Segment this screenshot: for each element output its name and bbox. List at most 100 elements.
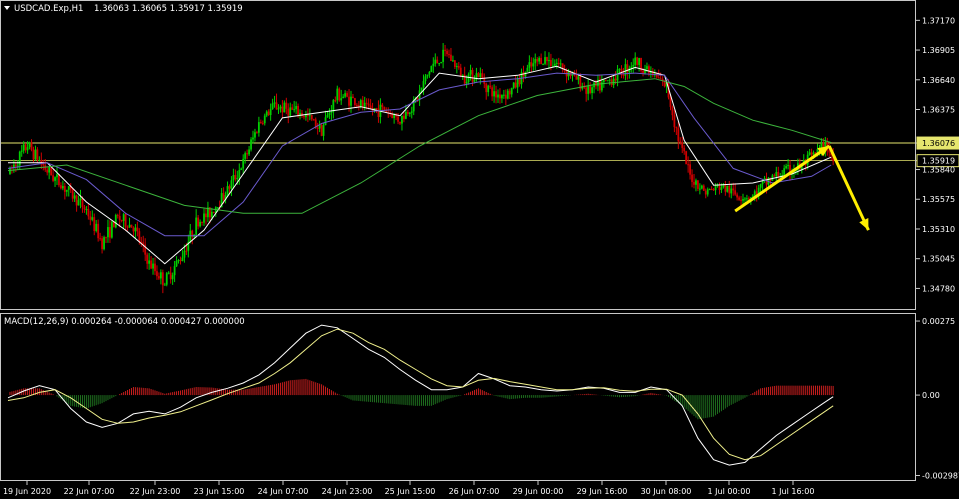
candle-bull [808,152,811,155]
candle-bull [195,217,198,235]
candle-bear [446,50,448,55]
price-tick-label: 1.35310 [922,225,955,234]
candle-bear [518,78,521,85]
trading-chart[interactable]: 1.37170 1.36905 1.36640 1.36375 1.36076 1.359… [0,0,959,499]
candle-bear [659,78,662,80]
candle-bull [34,149,37,160]
candle-bear [477,73,480,78]
candle-bull [544,57,546,64]
candle-bear [657,77,660,79]
candle-bull [26,147,29,151]
candle-bull [95,223,98,232]
price-tick-label: 1.36076 [922,139,955,148]
candle-bull [171,275,174,280]
candle-bear [514,82,517,88]
candle-bull [236,177,239,180]
candle-bear [626,64,629,73]
candle-bear [540,57,543,64]
candle-bear [550,60,552,66]
candle-bull [61,186,64,189]
candle-bull [497,94,499,98]
candle-bear [169,272,172,280]
candle-bear [459,67,462,77]
candle-bear [316,127,319,129]
candle-bull [359,100,362,107]
candle-bull [177,260,180,262]
macd-label: MACD(12,26,9) 0.000264 -0.000064 0.00042… [4,317,245,327]
time-tick-label: 22 Jun 07:00 [64,487,115,496]
candle-bear [60,185,62,189]
candle-bull [148,260,151,264]
candle-bull [524,71,527,77]
price-tick-label: 1.36905 [922,46,955,55]
candle-bull [726,185,729,192]
candle-bull [28,142,31,148]
candle-bear [683,147,686,152]
candle-bear [352,96,354,99]
candle-bear [481,73,484,79]
candle-bear [357,105,360,107]
candle-bear [718,184,721,190]
candle-bull [248,149,250,155]
candle-bear [589,85,592,93]
candle-bull [175,260,178,267]
macd-tick-label: -0.002987 [922,471,959,480]
candle-bull [79,198,82,201]
time-tick-label: 29 Jun 00:00 [513,487,564,496]
candle-bear [773,175,776,177]
symbol-label: USDCAD.Exp,H1 [14,4,83,14]
candle-bull [342,96,345,99]
candle-bear [120,220,123,222]
candle-bull [65,189,68,192]
candle-bear [738,197,740,200]
candle-bear [367,103,370,106]
candle-bull [714,185,717,191]
candle-bear [320,124,323,136]
candle-bear [381,104,384,107]
candle-bull [646,66,648,70]
candle-bull [107,227,109,238]
candle-bear [448,54,450,56]
candle-bear [463,74,466,84]
price-tick-label: 1.34780 [922,284,955,293]
candle-bull [634,57,637,65]
candle-bull [606,80,609,82]
candle-bull [452,60,454,62]
candle-bull [512,82,515,88]
candle-bear [685,151,688,165]
candle-bull [548,60,550,62]
candle-bear [81,198,84,208]
price-tick-label: 1.36375 [922,106,955,115]
candle-bear [710,188,713,190]
candle-bear [536,59,539,62]
candle-bull [493,91,495,97]
candle-bull [91,217,94,220]
candle-bear [397,116,399,122]
candle-bull [216,207,219,209]
candle-bear [491,87,494,97]
candle-bear [83,207,86,210]
candle-bear [614,78,617,81]
candle-bull [401,115,403,124]
candle-bull [73,195,76,199]
candle-bear [704,190,707,195]
candle-bear [154,263,156,272]
candle-bear [87,209,90,217]
candle-bull [295,106,298,110]
candle-bear [303,115,305,118]
candle-bear [259,122,262,124]
candle-bear [508,90,511,95]
candle-bull [167,272,170,274]
time-tick-label: 24 Jun 23:00 [322,487,373,496]
candle-bull [283,102,286,113]
candle-bull [759,184,762,188]
candle-bear [361,100,364,108]
time-tick-label: 19 Jun 2020 [3,487,51,496]
candle-bear [499,94,501,99]
candle-bear [334,100,337,102]
candle-bull [20,150,23,152]
candle-bear [693,181,695,185]
candle-bull [467,74,470,82]
candle-bull [263,115,266,124]
candle-bear [485,83,488,93]
